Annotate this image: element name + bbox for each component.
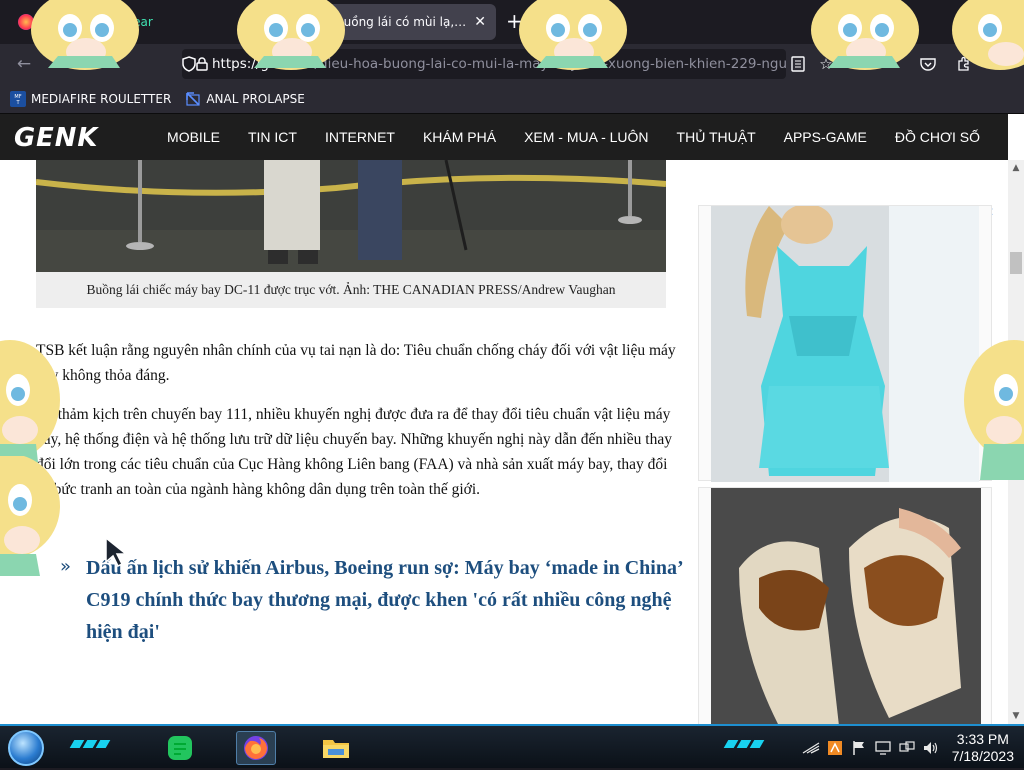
mediafire-icon: MFT [10, 90, 26, 107]
file-explorer-icon[interactable] [316, 731, 356, 765]
mouse-cursor-icon [105, 536, 129, 568]
bookmark-label: ANAL PROLAPSE [206, 91, 305, 106]
start-button[interactable] [8, 730, 44, 766]
volume-icon[interactable] [922, 739, 940, 757]
scroll-up-icon[interactable]: ▲ [1008, 160, 1024, 176]
system-tray: 3:33 PM 7/18/2023 [796, 726, 1014, 770]
cockpit-photo[interactable] [36, 160, 666, 272]
show-hidden-icon[interactable] [802, 739, 820, 757]
folder-icon [186, 91, 200, 106]
article-body: Buồng lái chiếc máy bay DC-11 được trục … [0, 160, 690, 724]
ad-swimsuit[interactable] [698, 204, 992, 482]
cartoon-girl-sticker [0, 456, 60, 576]
bookmarks-toolbar: MF T MEDIAFIRE ROULETTER ANAL PROLAPSE [0, 84, 1024, 114]
taskbar: 3:33 PM 7/18/2023 [0, 724, 1024, 768]
web-page: GENK MOBILE TIN ICT INTERNET KHÁM PHÁ XE… [0, 114, 1024, 724]
paragraph: TSB kết luận rằng nguyên nhân chính của … [36, 342, 676, 384]
sandals-image [711, 488, 981, 724]
menu-item-do-choi-so[interactable]: ĐỒ CHƠI SỐ [895, 129, 980, 145]
menu-item-internet[interactable]: INTERNET [325, 129, 395, 145]
clock-time: 3:33 PM [956, 731, 1009, 747]
ad-sandals[interactable] [698, 487, 992, 724]
tab-title: buồng lái có mùi lạ, m [336, 15, 469, 29]
menu-item-tin-ict[interactable]: TIN ICT [248, 129, 297, 145]
scroll-down-icon[interactable]: ▼ [1008, 708, 1024, 724]
shield-icon[interactable] [182, 56, 196, 72]
cartoon-girl-sticker [31, 0, 139, 70]
cartoon-girl-sticker [952, 0, 1024, 70]
cartoon-girl-sticker [964, 340, 1024, 480]
flag-icon[interactable] [850, 739, 868, 757]
cartoon-girl-sticker [237, 0, 345, 70]
bookmark-folder[interactable]: ANAL PROLAPSE [185, 91, 305, 107]
paragraph: Từ thảm kịch trên chuyến bay 111, nhiều … [36, 406, 672, 498]
cartoon-girl-sticker [811, 0, 919, 70]
notes-app-icon[interactable] [160, 731, 200, 765]
lock-icon[interactable] [196, 57, 208, 71]
bookmark-label: MEDIAFIRE ROULETTER [31, 91, 172, 106]
app-tray-icon[interactable] [826, 739, 844, 757]
ad-sidebar: ⓘ ✕ [698, 204, 994, 724]
photo-caption: Buồng lái chiếc máy bay DC-11 được trục … [36, 272, 666, 308]
swimsuit-image [711, 204, 979, 482]
bookmark-mediafire[interactable]: MF T MEDIAFIRE ROULETTER [10, 90, 172, 107]
menu-item-thu-thuat[interactable]: THỦ THUẬT [677, 129, 756, 145]
cartoon-girl-sticker [519, 0, 627, 70]
tab-genk-article[interactable]: buồng lái có mùi lạ, m ✕ [326, 4, 496, 40]
pocket-icon[interactable] [918, 54, 938, 74]
menu-item-kham-pha[interactable]: KHÁM PHÁ [423, 129, 496, 145]
double-chevron-icon: » [60, 556, 72, 577]
menu-item-apps-game[interactable]: APPS-GAME [784, 129, 867, 145]
menu-item-mobile[interactable]: MOBILE [167, 129, 220, 145]
main-menu: MOBILE TIN ICT INTERNET KHÁM PHÁ XEM - M… [167, 129, 1008, 145]
scroll-thumb[interactable] [1010, 252, 1022, 274]
reader-view-icon[interactable] [788, 54, 808, 74]
taskbar-decoration [723, 740, 765, 750]
taskbar-decoration [69, 740, 111, 750]
related-article-link[interactable]: Dấu ấn lịch sử khiến Airbus, Boeing run … [86, 552, 686, 648]
site-header: GENK MOBILE TIN ICT INTERNET KHÁM PHÁ XE… [0, 114, 1008, 160]
svg-text:GENK: GENK [14, 124, 99, 150]
clock[interactable]: 3:33 PM 7/18/2023 [952, 731, 1014, 765]
firefox-icon[interactable] [236, 731, 276, 765]
network-icon[interactable] [898, 739, 916, 757]
tab-close-icon[interactable]: ✕ [474, 14, 486, 30]
clock-date: 7/18/2023 [951, 748, 1014, 764]
display-icon[interactable] [874, 739, 892, 757]
genk-logo[interactable]: GENK [14, 124, 155, 150]
menu-item-xem-mua-luon[interactable]: XEM - MUA - LUÔN [524, 129, 648, 145]
